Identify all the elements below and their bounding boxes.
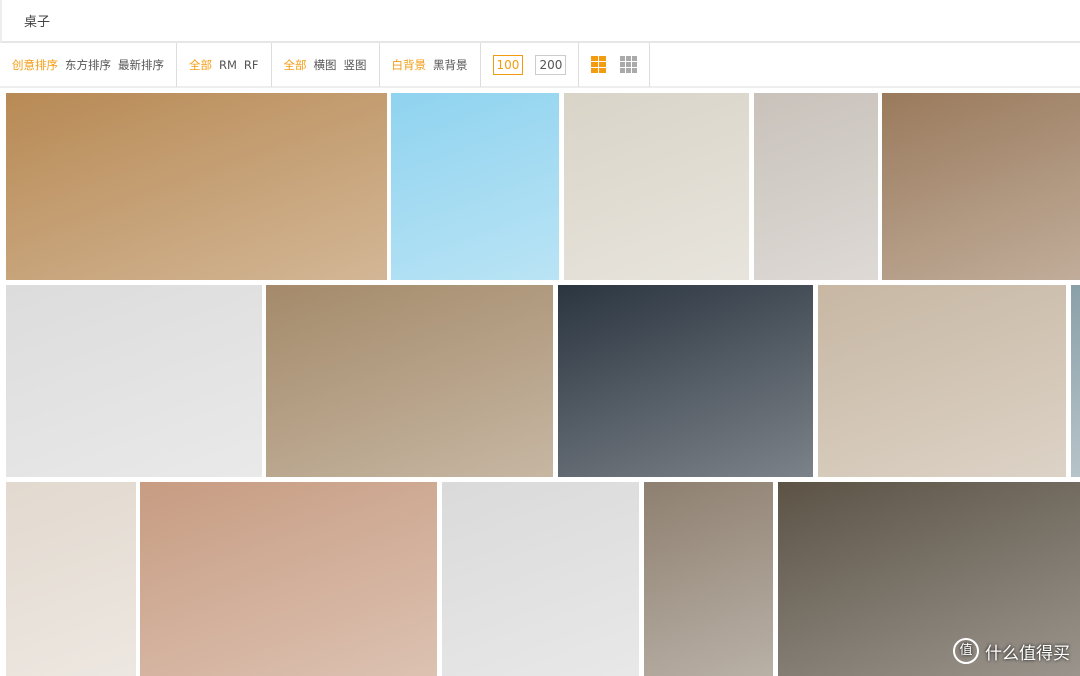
image-thumbnail[interactable] — [266, 285, 553, 477]
image-thumbnail[interactable] — [6, 285, 262, 477]
orientation-group: 全部 横图 竖图 — [272, 42, 380, 87]
license-rf[interactable]: RF — [244, 58, 259, 72]
image-thumbnail[interactable] — [6, 482, 136, 676]
image-thumbnail[interactable] — [564, 93, 749, 280]
size-group: 100 200 — [481, 42, 580, 87]
search-query[interactable]: 桌子 — [24, 11, 50, 30]
watermark-logo-icon: 值 — [953, 638, 979, 664]
image-thumbnail[interactable] — [6, 93, 387, 280]
license-group: 全部 RM RF — [177, 42, 272, 87]
image-thumbnail[interactable] — [1071, 285, 1080, 477]
filter-toolbar: 创意排序 东方排序 最新排序 全部 RM RF 全部 横图 竖图 白背景 黑背景… — [0, 42, 1080, 88]
image-thumbnail[interactable] — [644, 482, 773, 676]
image-thumbnail[interactable] — [391, 93, 559, 280]
size-200-button[interactable]: 200 — [535, 54, 567, 75]
sort-creative[interactable]: 创意排序 — [12, 57, 58, 73]
background-group: 白背景 黑背景 — [380, 42, 481, 87]
large-grid-icon[interactable] — [591, 56, 607, 73]
background-black[interactable]: 黑背景 — [433, 57, 468, 73]
watermark-text: 什么值得买 — [985, 643, 1070, 664]
search-bar[interactable]: 桌子 — [0, 0, 1080, 43]
small-grid-icon[interactable] — [620, 56, 638, 73]
image-thumbnail[interactable] — [140, 482, 437, 676]
orientation-landscape[interactable]: 横图 — [314, 57, 337, 73]
orientation-all[interactable]: 全部 — [284, 57, 307, 73]
size-100-button[interactable]: 100 — [492, 54, 524, 75]
license-all[interactable]: 全部 — [189, 57, 212, 73]
orientation-portrait[interactable]: 竖图 — [344, 57, 367, 73]
image-thumbnail[interactable] — [882, 93, 1080, 280]
view-group — [579, 42, 651, 87]
sort-oriental[interactable]: 东方排序 — [65, 57, 111, 73]
watermark: 值什么值得买 — [953, 638, 1070, 664]
license-rm[interactable]: RM — [219, 58, 237, 72]
image-thumbnail[interactable] — [558, 285, 813, 477]
image-thumbnail[interactable] — [442, 482, 639, 676]
background-white[interactable]: 白背景 — [392, 57, 427, 73]
sort-group: 创意排序 东方排序 最新排序 — [0, 42, 177, 87]
image-thumbnail[interactable] — [818, 285, 1066, 477]
sort-newest[interactable]: 最新排序 — [118, 57, 164, 73]
image-thumbnail[interactable] — [754, 93, 878, 280]
